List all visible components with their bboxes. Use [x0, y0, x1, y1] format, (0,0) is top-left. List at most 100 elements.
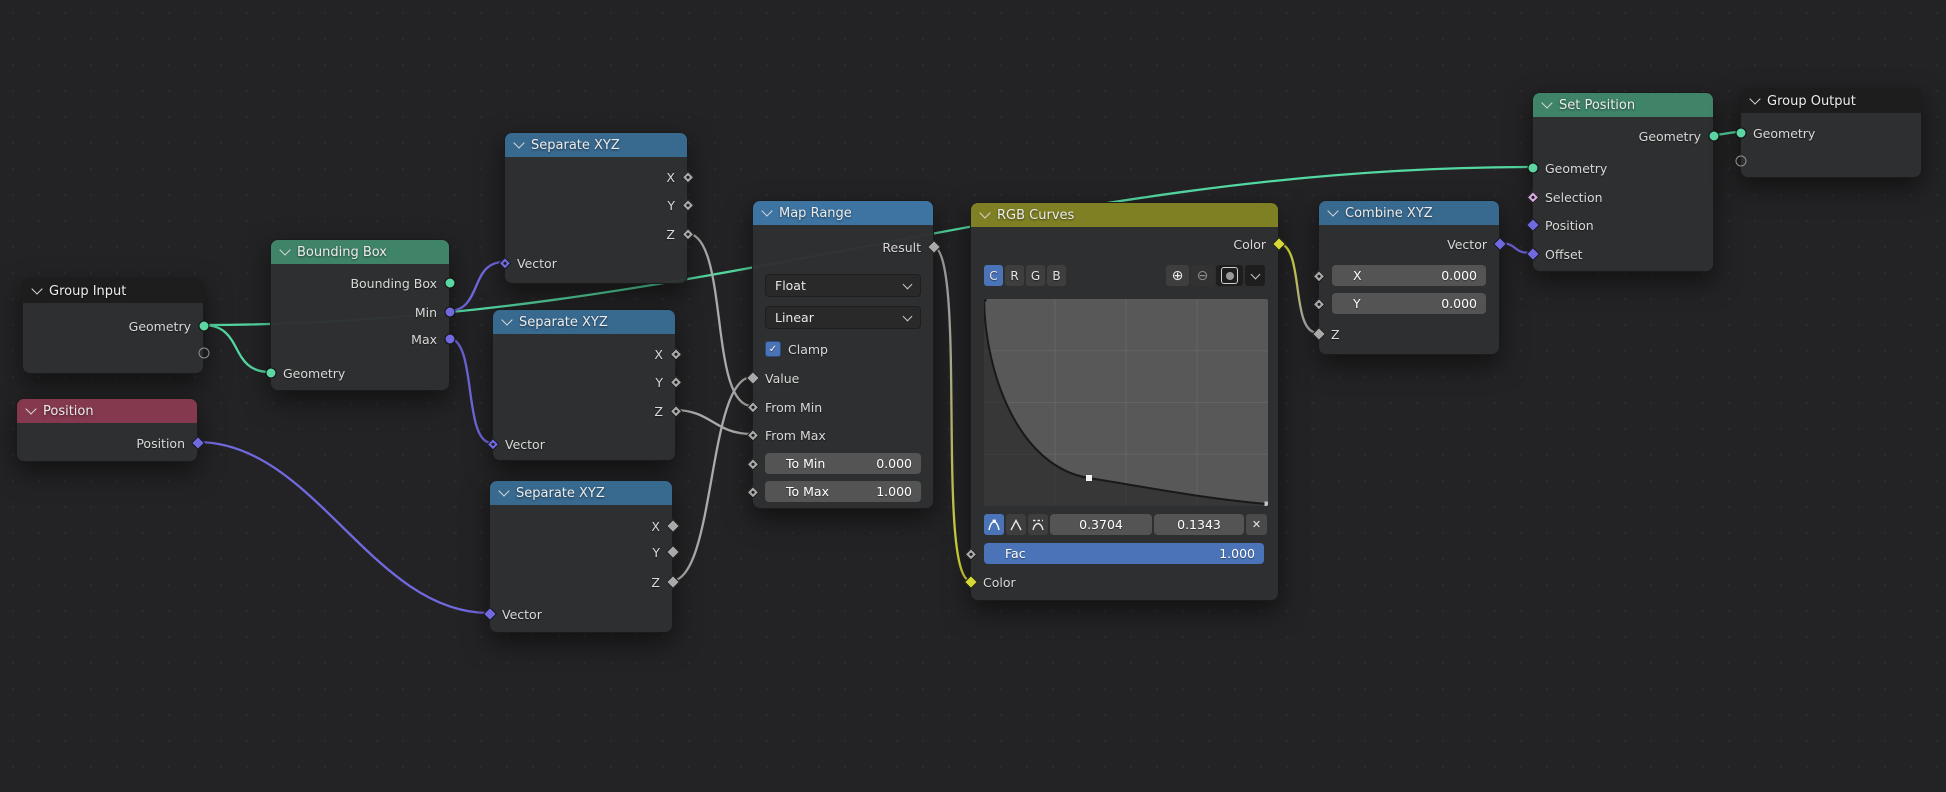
collapse-chevron-icon[interactable]: [1541, 97, 1552, 108]
node-group-output[interactable]: Group Output Geometry: [1740, 88, 1922, 178]
node-set-position[interactable]: Set Position Geometry Geometry Selection…: [1532, 92, 1714, 272]
data-type-dropdown[interactable]: Float: [765, 274, 921, 297]
wire-position-to-separate3: [197, 442, 489, 613]
node-title: Separate XYZ: [516, 486, 605, 501]
socket-label-geometry: Geometry: [129, 319, 191, 334]
node-separate-xyz-3[interactable]: Separate XYZ X Y Z Vector: [489, 480, 673, 633]
socket-label-vector: Vector: [517, 256, 557, 271]
clipping-icon: [1221, 267, 1238, 284]
y-value-field[interactable]: Y 0.000: [1332, 293, 1486, 314]
to-max-value: 1.000: [876, 484, 912, 499]
zoom-in-icon[interactable]: ⊕: [1166, 265, 1189, 286]
y-label: Y: [1353, 296, 1361, 311]
x-label: X: [1353, 268, 1362, 283]
socket-label-vector: Vector: [1447, 237, 1487, 252]
x-value-field[interactable]: X 0.000: [1332, 265, 1486, 286]
socket-label-offset: Offset: [1545, 247, 1583, 262]
socket-label-result: Result: [882, 240, 921, 255]
node-title: Map Range: [779, 206, 852, 221]
socket-label-color-in: Color: [983, 575, 1016, 590]
node-separate-xyz-2[interactable]: Separate XYZ X Y Z Vector: [492, 309, 676, 461]
node-header[interactable]: Set Position: [1533, 93, 1713, 117]
node-header[interactable]: Separate XYZ: [505, 133, 687, 157]
curve-widget[interactable]: [984, 299, 1268, 506]
node-title: Group Output: [1767, 94, 1856, 109]
socket-label-x: X: [651, 519, 660, 534]
virtual-output-socket[interactable]: [199, 348, 210, 359]
node-map-range[interactable]: Map Range Result Float Linear ✓ Clamp Va…: [752, 200, 934, 509]
geometry-output-socket[interactable]: [199, 321, 210, 332]
virtual-input-socket[interactable]: [1736, 156, 1747, 167]
y-value: 0.000: [1441, 296, 1477, 311]
socket-label-max: Max: [411, 332, 437, 347]
interpolation-value: Linear: [775, 310, 814, 325]
delete-point-button[interactable]: ✕: [1246, 514, 1267, 535]
wire-separate3z-to-value: [671, 377, 752, 581]
clamp-checkbox[interactable]: ✓: [765, 341, 781, 357]
collapse-chevron-icon[interactable]: [279, 244, 290, 255]
bounding-box-output-socket[interactable]: [445, 278, 456, 289]
wire-separate2z-to-frommax: [674, 410, 752, 434]
socket-label-z: Z: [666, 227, 675, 242]
collapse-chevron-icon[interactable]: [25, 403, 36, 414]
node-separate-xyz-1[interactable]: Separate XYZ X Y Z Vector: [504, 132, 688, 284]
node-header[interactable]: Position: [17, 399, 197, 423]
geometry-input-socket[interactable]: [1736, 128, 1747, 139]
collapse-chevron-icon[interactable]: [1327, 205, 1338, 216]
fac-slider[interactable]: Fac 1.000: [984, 543, 1264, 564]
channel-g-button[interactable]: G: [1026, 265, 1045, 286]
point-y-field[interactable]: 0.1343: [1154, 514, 1244, 535]
node-header[interactable]: Separate XYZ: [493, 310, 675, 334]
interpolation-dropdown[interactable]: Linear: [765, 306, 921, 329]
handle-auto-button[interactable]: [984, 514, 1004, 535]
clipping-options-button[interactable]: [1216, 265, 1243, 286]
node-rgb-curves[interactable]: RGB Curves Color C R G B ⊕ ⊖: [970, 202, 1279, 601]
collapse-chevron-icon[interactable]: [31, 283, 42, 294]
collapse-chevron-icon[interactable]: [979, 207, 990, 218]
geometry-output-socket[interactable]: [1709, 131, 1720, 142]
to-max-label: To Max: [786, 484, 829, 499]
node-group-input[interactable]: Group Input Geometry: [22, 278, 204, 374]
geometry-input-socket[interactable]: [266, 368, 277, 379]
node-header[interactable]: Group Input: [23, 279, 203, 303]
collapse-chevron-icon[interactable]: [1749, 93, 1760, 104]
node-header[interactable]: Map Range: [753, 201, 933, 225]
point-x-field[interactable]: 0.3704: [1050, 514, 1152, 535]
handle-auto-clamped-button[interactable]: [1028, 514, 1048, 535]
channel-b-button[interactable]: B: [1047, 265, 1066, 286]
socket-label-selection: Selection: [1545, 190, 1603, 205]
to-max-field[interactable]: To Max 1.000: [765, 481, 921, 502]
collapse-chevron-icon[interactable]: [761, 205, 772, 216]
node-position[interactable]: Position Position: [16, 398, 198, 462]
min-output-socket[interactable]: [445, 307, 456, 318]
geometry-input-socket[interactable]: [1528, 163, 1539, 174]
socket-label-geometry: Geometry: [283, 366, 345, 381]
node-title: Separate XYZ: [531, 138, 620, 153]
node-header[interactable]: Bounding Box: [271, 240, 449, 264]
to-min-field[interactable]: To Min 0.000: [765, 453, 921, 474]
node-editor-canvas[interactable]: Group Input Geometry Position Position B…: [0, 0, 1946, 792]
collapse-chevron-icon[interactable]: [501, 314, 512, 325]
channel-r-button[interactable]: R: [1005, 265, 1024, 286]
handle-vector-button[interactable]: [1006, 514, 1026, 535]
wire-max-to-separate2: [448, 338, 492, 443]
socket-label-x: X: [654, 347, 663, 362]
node-header[interactable]: RGB Curves: [971, 203, 1278, 227]
node-header[interactable]: Group Output: [1741, 89, 1921, 113]
point-y-value: 0.1343: [1177, 517, 1221, 532]
channel-c-button[interactable]: C: [984, 265, 1003, 286]
zoom-out-icon[interactable]: ⊖: [1191, 265, 1214, 286]
collapse-chevron-icon[interactable]: [498, 485, 509, 496]
node-header[interactable]: Combine XYZ: [1319, 201, 1499, 225]
x-value: 0.000: [1441, 268, 1477, 283]
node-bounding-box[interactable]: Bounding Box Bounding Box Min Max Geomet…: [270, 239, 450, 391]
data-type-value: Float: [775, 278, 806, 293]
curve-tools-dropdown[interactable]: [1245, 265, 1265, 286]
socket-label-vector: Vector: [505, 437, 545, 452]
socket-label-vector: Vector: [502, 607, 542, 622]
node-combine-xyz[interactable]: Combine XYZ Vector X 0.000 Y 0.000 Z: [1318, 200, 1500, 355]
max-output-socket[interactable]: [445, 334, 456, 345]
node-title: Position: [43, 404, 94, 419]
collapse-chevron-icon[interactable]: [513, 137, 524, 148]
node-header[interactable]: Separate XYZ: [490, 481, 672, 505]
